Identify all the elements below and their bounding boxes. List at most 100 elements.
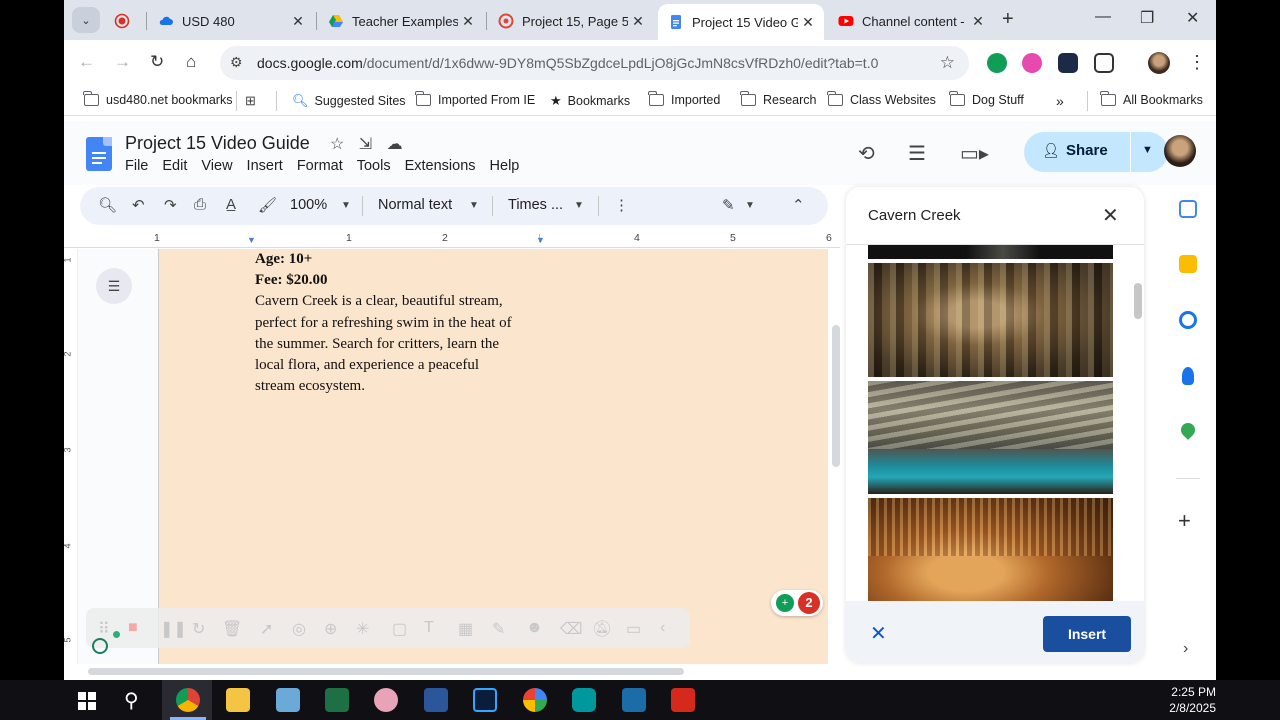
- style-select[interactable]: Normal text: [378, 197, 452, 213]
- chrome-icon[interactable]: [176, 688, 200, 712]
- emoji-icon[interactable]: ☻: [526, 619, 543, 637]
- image-result[interactable]: [868, 263, 1113, 377]
- search-menus-icon[interactable]: 🔍︎: [98, 196, 117, 214]
- zoom-select[interactable]: 100%: [290, 197, 327, 213]
- chevron-down-icon[interactable]: ▼: [745, 200, 755, 211]
- close-icon[interactable]: ✕: [288, 13, 308, 30]
- image-result[interactable]: [868, 498, 1113, 604]
- delete-icon[interactable]: 🗑︎: [222, 619, 242, 639]
- panel-scrollbar[interactable]: [1134, 283, 1142, 319]
- edit-mode-icon[interactable]: ✎: [722, 196, 735, 214]
- document-title[interactable]: Project 15 Video Guide: [125, 133, 310, 154]
- menu-extensions[interactable]: Extensions: [405, 158, 476, 174]
- font-select[interactable]: Times ...: [508, 197, 563, 213]
- keep-icon[interactable]: [1179, 255, 1197, 273]
- close-icon[interactable]: ✕: [1102, 203, 1119, 228]
- text-icon[interactable]: T: [424, 619, 434, 637]
- eraser-icon[interactable]: ⌫: [560, 619, 583, 639]
- close-icon[interactable]: ✕: [798, 14, 818, 31]
- tab-search-button[interactable]: ⌄: [72, 7, 100, 33]
- more-bookmarks-icon[interactable]: »: [1056, 93, 1064, 109]
- move-folder-icon[interactable]: ⇲: [359, 136, 372, 153]
- mute-icon[interactable]: 🔕︎: [592, 619, 612, 639]
- pen-icon[interactable]: ✎: [492, 619, 505, 639]
- horizontal-ruler[interactable]: 1 ▼ 1 2 ▼ ⁞ 4 5 6: [64, 230, 840, 248]
- calendar-icon[interactable]: [1179, 200, 1197, 218]
- cloud-saved-icon[interactable]: ☁: [387, 136, 403, 153]
- drag-handle-icon[interactable]: ⠿: [98, 619, 110, 639]
- vertical-ruler[interactable]: 1 2 3 4 5: [64, 249, 78, 664]
- arduino-icon[interactable]: [572, 688, 596, 712]
- meet-icon[interactable]: ▭▸: [960, 141, 989, 166]
- chevron-down-icon[interactable]: ▼: [1142, 144, 1153, 156]
- undo-icon[interactable]: ↶: [132, 196, 145, 214]
- version-history-icon[interactable]: ⟲: [858, 141, 875, 166]
- expand-panel-icon[interactable]: ›: [1183, 640, 1188, 658]
- maximize-icon[interactable]: ❐: [1140, 8, 1154, 28]
- docs-logo-icon[interactable]: [86, 137, 112, 171]
- photoshop-icon[interactable]: [473, 688, 497, 712]
- share-button[interactable]: 👤︎ Share ▼: [1024, 132, 1168, 172]
- chevron-down-icon[interactable]: ▼: [574, 200, 584, 211]
- all-bookmarks[interactable]: All Bookmarks: [1100, 91, 1203, 107]
- menu-view[interactable]: View: [201, 158, 232, 174]
- stop-record-icon[interactable]: ■: [128, 619, 138, 637]
- image-result[interactable]: [868, 245, 1113, 259]
- left-indent-marker[interactable]: ▼: [247, 235, 256, 245]
- new-tab-icon[interactable]: +: [1002, 8, 1014, 31]
- print-icon[interactable]: ⎙: [194, 196, 206, 213]
- sketchup-icon[interactable]: [622, 688, 646, 712]
- excel-icon[interactable]: [325, 688, 349, 712]
- restart-icon[interactable]: ↻: [192, 619, 205, 639]
- image-result[interactable]: [868, 381, 1113, 494]
- add-addon-icon[interactable]: +: [1178, 508, 1191, 534]
- bookmark-research[interactable]: Research: [740, 91, 817, 107]
- bookmark-star-icon[interactable]: ☆: [940, 53, 955, 73]
- menu-insert[interactable]: Insert: [247, 158, 283, 174]
- redo-icon[interactable]: ↷: [164, 196, 177, 214]
- browser-menu-icon[interactable]: ⋮: [1188, 52, 1206, 73]
- camera-icon[interactable]: ▭: [626, 619, 641, 639]
- more-options-icon[interactable]: ⋮: [614, 196, 629, 214]
- bookmark-dog-stuff[interactable]: Dog Stuff: [949, 91, 1024, 107]
- comment-notification[interactable]: + 2: [771, 590, 823, 616]
- back-icon[interactable]: ←: [78, 52, 95, 72]
- contacts-icon[interactable]: [1182, 367, 1194, 385]
- bookmark-usd480[interactable]: usd480.net bookmarks: [83, 91, 232, 107]
- home-icon[interactable]: ⌂: [186, 52, 196, 72]
- forward-icon[interactable]: →: [114, 52, 131, 72]
- cursor-icon[interactable]: ➚: [260, 619, 273, 639]
- menu-edit[interactable]: Edit: [162, 158, 187, 174]
- menu-format[interactable]: Format: [297, 158, 343, 174]
- spellcheck-icon[interactable]: A̲: [226, 196, 236, 213]
- reload-icon[interactable]: ↻: [150, 52, 164, 72]
- search-query[interactable]: Cavern Creek: [868, 207, 961, 224]
- bookmark-suggested-sites[interactable]: 🔍︎ Suggested Sites: [292, 93, 406, 109]
- calculator-icon[interactable]: [276, 688, 300, 712]
- menu-help[interactable]: Help: [490, 158, 520, 174]
- tab-channel-content[interactable]: Channel content - ✕: [828, 6, 994, 36]
- comments-icon[interactable]: ☰: [908, 141, 926, 166]
- collapse-icon[interactable]: ‹: [660, 619, 665, 637]
- chevron-down-icon[interactable]: ▼: [341, 200, 351, 211]
- bookmark-imported-from-ie[interactable]: Imported From IE: [415, 91, 535, 107]
- chrome-alt-icon[interactable]: [523, 688, 547, 712]
- word-icon[interactable]: [424, 688, 448, 712]
- maps-icon[interactable]: [1178, 420, 1198, 440]
- paint-format-icon[interactable]: 🖌︎: [258, 196, 277, 214]
- acrobat-icon[interactable]: [671, 688, 695, 712]
- close-icon[interactable]: ✕: [628, 13, 648, 30]
- vertical-scrollbar[interactable]: [832, 325, 840, 467]
- hide-menus-icon[interactable]: ⌃: [792, 196, 805, 214]
- bookmark-apps[interactable]: ⊞: [245, 93, 262, 109]
- grammarly-icon[interactable]: [987, 53, 1007, 73]
- chevron-down-icon[interactable]: ▼: [469, 200, 479, 211]
- close-window-icon[interactable]: ✕: [1186, 8, 1199, 28]
- blur-icon[interactable]: ▦: [458, 619, 473, 639]
- account-avatar[interactable]: [1164, 135, 1196, 167]
- insert-button[interactable]: Insert: [1043, 616, 1131, 652]
- close-icon[interactable]: ✕: [458, 13, 478, 30]
- profile-avatar[interactable]: [1148, 52, 1170, 74]
- tab-project15-page5[interactable]: Project 15, Page 5 ✕: [488, 6, 654, 36]
- close-icon[interactable]: ✕: [968, 13, 988, 30]
